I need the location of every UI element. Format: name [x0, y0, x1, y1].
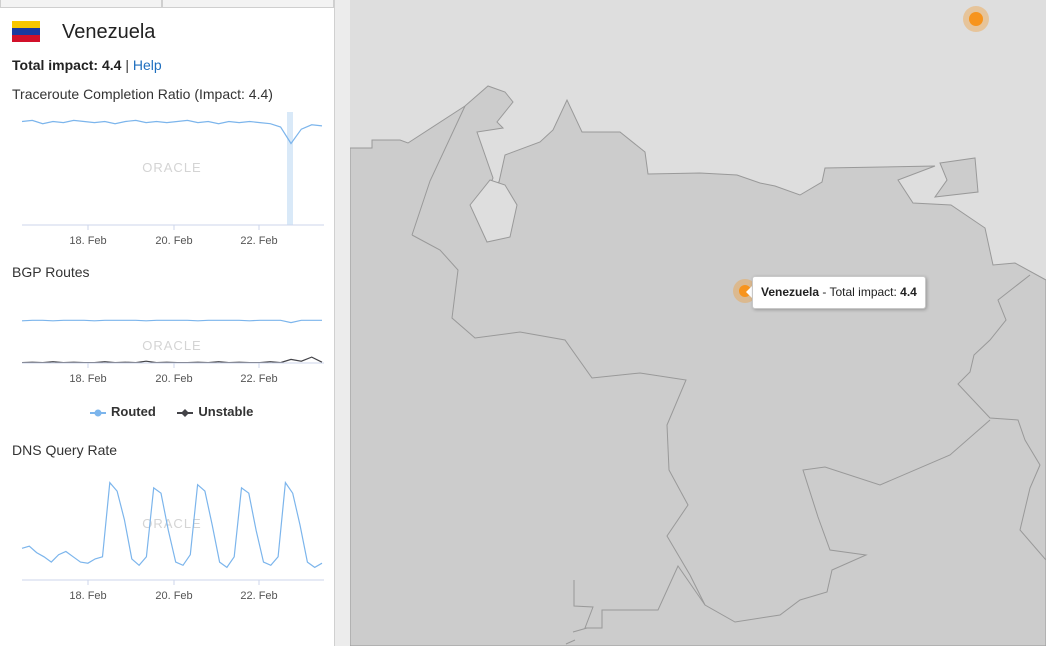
legend-unstable[interactable]: Unstable: [177, 404, 253, 419]
venezuela-flag-icon: [12, 21, 40, 42]
x-tick-label: 20. Feb: [155, 590, 192, 602]
tab-left[interactable]: [0, 0, 162, 8]
series-line-unstable: [21, 356, 323, 364]
bgp-legend: Routed Unstable: [90, 404, 271, 419]
x-tick-label: 20. Feb: [155, 235, 192, 247]
series-line-routed: [21, 319, 322, 324]
flag-stripe-blue: [12, 28, 40, 35]
tooltip-impact-value: 4.4: [900, 285, 917, 299]
oracle-watermark: ORACLE: [142, 338, 201, 353]
panel-divider: [335, 0, 350, 646]
bgp-routes-chart[interactable]: ORACLE 18. Feb 20. Feb 22. Feb: [0, 290, 334, 390]
series-line-0: [21, 119, 323, 145]
flag-stripe-yellow: [12, 21, 40, 28]
x-tick-label: 18. Feb: [69, 235, 106, 247]
dns-query-rate-chart[interactable]: ORACLE18. Feb 20. Feb 22. Feb: [0, 466, 334, 606]
x-tick-label: 22. Feb: [240, 373, 277, 385]
country-sidebar: Venezuela Total impact: 4.4 | Help Trace…: [0, 0, 335, 646]
highlight-band: [287, 112, 293, 225]
x-tick-label: 22. Feb: [240, 235, 277, 247]
traceroute-chart-title: Traceroute Completion Ratio (Impact: 4.4…: [12, 86, 273, 102]
bgp-chart-title: BGP Routes: [12, 264, 90, 280]
oracle-watermark: ORACLE: [142, 160, 201, 175]
tooltip-label: - Total impact:: [819, 285, 901, 299]
unstable-marker-icon: [177, 408, 194, 417]
flag-stripe-red: [12, 35, 40, 42]
tab-right[interactable]: [162, 0, 334, 8]
total-impact-line: Total impact: 4.4 | Help: [12, 57, 162, 73]
legend-routed[interactable]: Routed: [90, 404, 156, 419]
routed-marker-icon: [90, 409, 106, 417]
total-impact-value: 4.4: [101, 57, 122, 73]
top-tabs: [0, 0, 334, 9]
country-title: Venezuela: [62, 21, 156, 43]
x-tick-label: 18. Feb: [69, 590, 106, 602]
x-tick-label: 22. Feb: [240, 590, 277, 602]
total-impact-label: Total impact:: [12, 57, 99, 73]
region-marker[interactable]: [969, 12, 983, 26]
country-map[interactable]: [350, 0, 1046, 646]
x-tick-label: 18. Feb: [69, 373, 106, 385]
map-tooltip: Venezuela - Total impact: 4.4: [752, 276, 926, 309]
x-tick-label: 20. Feb: [155, 373, 192, 385]
impact-separator: |: [125, 57, 129, 73]
tooltip-country: Venezuela: [761, 285, 820, 299]
help-link[interactable]: Help: [133, 57, 162, 73]
traceroute-chart[interactable]: ORACLE 18. Feb 20. Feb 22. Feb: [0, 108, 334, 248]
legend-unstable-label: Unstable: [198, 404, 254, 419]
dns-chart-title: DNS Query Rate: [12, 442, 118, 458]
legend-routed-label: Routed: [111, 404, 156, 419]
